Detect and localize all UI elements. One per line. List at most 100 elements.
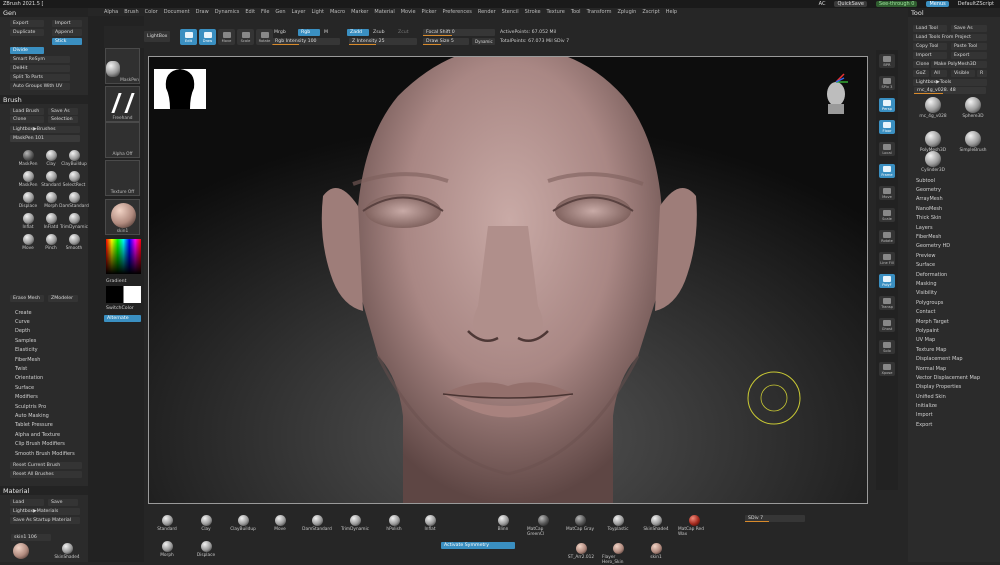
brush-menu-tablet-pressure[interactable]: Tablet Pressure <box>12 421 88 430</box>
gen-stick-button[interactable]: Stick <box>52 38 82 45</box>
shelf-brush-damstandard[interactable]: DamStandard <box>302 515 332 532</box>
brush-menu-smooth-brush-modifiers[interactable]: Smooth Brush Modifiers <box>12 449 88 458</box>
brush-maskpen-thumb[interactable]: MaskPen <box>17 171 39 188</box>
viewport-ghost-button[interactable]: Ghost <box>879 318 895 332</box>
color-picker[interactable] <box>106 239 141 274</box>
brush-maskpen-101-button[interactable]: MaskPen 101 <box>10 135 80 142</box>
sdiv-slider[interactable]: SDiv 7 <box>745 515 805 522</box>
mode-draw-button[interactable]: Draw <box>199 29 216 45</box>
z-intensity-slider[interactable]: Z Intensity 25 <box>349 38 417 45</box>
gen-delhit-button[interactable]: DelHit <box>10 65 70 72</box>
tool-all-button[interactable]: All <box>931 70 947 77</box>
tool-r-button[interactable]: R <box>977 70 987 77</box>
current-tool-slider[interactable]: rnc_4g_v028. 48 <box>914 87 986 94</box>
quicksave-button[interactable]: QuickSave <box>834 1 867 7</box>
ac-label[interactable]: AC <box>819 1 826 7</box>
menu-macro[interactable]: Macro <box>330 9 345 15</box>
brush-menu-auto-masking[interactable]: Auto Masking <box>12 411 88 420</box>
zmodeler-button[interactable]: ZModeler <box>48 295 78 302</box>
tool-menu-subtool[interactable]: Subtool <box>913 176 993 185</box>
mrgb-toggle[interactable]: Mrgb <box>274 30 286 35</box>
menu-transform[interactable]: Transform <box>587 9 612 15</box>
tool-menu-geometry[interactable]: Geometry <box>913 185 993 194</box>
tool-header[interactable]: Tool <box>908 8 1000 17</box>
brush-menu-elasticity[interactable]: Elasticity <box>12 346 88 355</box>
viewport-line-fill-button[interactable]: Line Fill <box>879 252 895 266</box>
viewport-polyf-button[interactable]: PolyF <box>879 274 895 288</box>
brush-trimdynamic-thumb[interactable]: TrimDynamic <box>60 213 88 230</box>
tool-menu-import[interactable]: Import <box>913 411 993 420</box>
viewport-xpose-button[interactable]: Xpose <box>879 362 895 376</box>
tool-menu-preview[interactable]: Preview <box>913 251 993 260</box>
tool-menu-displacement-map[interactable]: Displacement Map <box>913 354 993 363</box>
brush-menu-sculptris-pro[interactable]: Sculptris Pro <box>12 402 88 411</box>
subtool-cylinder3d-thumb[interactable]: Cylinder3D <box>915 151 951 173</box>
zsub-toggle[interactable]: Zsub <box>373 30 385 35</box>
dynamic-button[interactable]: Dynamic <box>472 38 495 45</box>
brush-menu-twist[interactable]: Twist <box>12 364 88 373</box>
subtool-rnc-4g-v028-thumb[interactable]: rnc_4g_v028 <box>915 97 951 119</box>
tool-import-button[interactable]: Import <box>913 52 947 59</box>
gradient-label[interactable]: Gradient <box>106 279 126 284</box>
tool-menu-polypaint[interactable]: Polypaint <box>913 326 993 335</box>
viewport-solo-button[interactable]: Solo <box>879 340 895 354</box>
menu-layer[interactable]: Layer <box>292 9 306 15</box>
tool-menu-fibermesh[interactable]: FiberMesh <box>913 232 993 241</box>
viewport-spix-3-button[interactable]: SPix 3 <box>879 76 895 90</box>
texture-off-thumb[interactable]: Texture Off <box>105 160 140 196</box>
rgb-toggle[interactable]: Rgb <box>298 29 320 36</box>
lightbox-button[interactable]: LightBox <box>144 31 170 42</box>
gen-split-to-parts-button[interactable]: Split To Parts <box>10 74 70 81</box>
tool-menu-visibility[interactable]: Visibility <box>913 289 993 298</box>
tool-menu-normal-map[interactable]: Normal Map <box>913 364 993 373</box>
menu-dynamics[interactable]: Dynamics <box>215 9 240 15</box>
brush-maskpen-thumb[interactable]: MaskPen <box>17 150 39 167</box>
subtool-polymesh3d-thumb[interactable]: PolyMesh3D <box>915 131 951 153</box>
shelf-brush-morph[interactable]: Morph <box>152 541 182 558</box>
viewport-frame-button[interactable]: Frame <box>879 164 895 178</box>
color-swatches[interactable] <box>106 286 141 303</box>
viewport-bpr-button[interactable]: BPR <box>879 54 895 68</box>
material-save-as-startup-material-button[interactable]: Save As Startup Material <box>10 517 80 524</box>
shelf-brush-trimdynamic[interactable]: TrimDynamic <box>340 515 370 532</box>
tool-menu-masking[interactable]: Masking <box>913 279 993 288</box>
focal-shift-slider[interactable]: Focal Shift 0 <box>423 29 495 36</box>
brush-selectrect-thumb[interactable]: SelectRect <box>63 171 85 188</box>
menu-zplugin[interactable]: Zplugin <box>617 9 636 15</box>
alpha-off-thumb[interactable]: Alpha Off <box>105 122 140 158</box>
tool-clone-button[interactable]: Clone <box>913 61 929 68</box>
tool-menu-arraymesh[interactable]: ArrayMesh <box>913 195 993 204</box>
brush-lightbox-brushes-button[interactable]: Lightbox▶Brushes <box>10 126 80 133</box>
material-thumb-current[interactable] <box>13 543 29 559</box>
alternate-button[interactable]: Alternate <box>104 315 141 322</box>
shelf-brush-standard[interactable]: Standard <box>152 515 182 532</box>
menu-gen[interactable]: Gen <box>275 9 285 15</box>
brush-menu-create[interactable]: Create <box>12 308 88 317</box>
rgb-intensity-slider[interactable]: Rgb Intensity 100 <box>272 38 340 45</box>
tool-menu-deformation[interactable]: Deformation <box>913 270 993 279</box>
material-header[interactable]: Material <box>0 486 88 495</box>
shelf-brush-hpolish[interactable]: hPolish <box>379 515 409 532</box>
menu-picker[interactable]: Picker <box>422 9 437 15</box>
mode-move-button[interactable]: Move <box>218 29 235 45</box>
gen-auto-groups-with-uv-button[interactable]: Auto Groups With UV <box>10 83 70 90</box>
material-lightbox-materials-button[interactable]: Lightbox▶Materials <box>10 508 80 515</box>
menu-stencil[interactable]: Stencil <box>502 9 519 15</box>
shelf-brush-clay[interactable]: Clay <box>191 515 221 532</box>
brush-standard-thumb[interactable]: Standard <box>40 171 62 188</box>
menu-preferences[interactable]: Preferences <box>442 9 471 15</box>
shelf-texture-st-arr2-012[interactable]: ST_Arr2.012 <box>565 543 597 560</box>
menu-draw[interactable]: Draw <box>196 9 209 15</box>
viewport-scale-button[interactable]: Scale <box>879 208 895 222</box>
menu-document[interactable]: Document <box>164 9 190 15</box>
freehand-thumb[interactable]: Freehand <box>105 86 140 122</box>
menu-marker[interactable]: Marker <box>351 9 368 15</box>
tool-copy-tool-button[interactable]: Copy Tool <box>913 43 947 50</box>
tool-menu-contact[interactable]: Contact <box>913 307 993 316</box>
tool-save-as-button[interactable]: Save As <box>951 25 987 32</box>
material-skin1-thumb[interactable]: skin1 <box>105 199 140 235</box>
brush-menu-modifiers[interactable]: Modifiers <box>12 393 88 402</box>
brush-menu-curve[interactable]: Curve <box>12 317 88 326</box>
brush-inflatd-thumb[interactable]: InFlatd <box>40 213 62 230</box>
gen-append-button[interactable]: Append <box>52 29 82 36</box>
